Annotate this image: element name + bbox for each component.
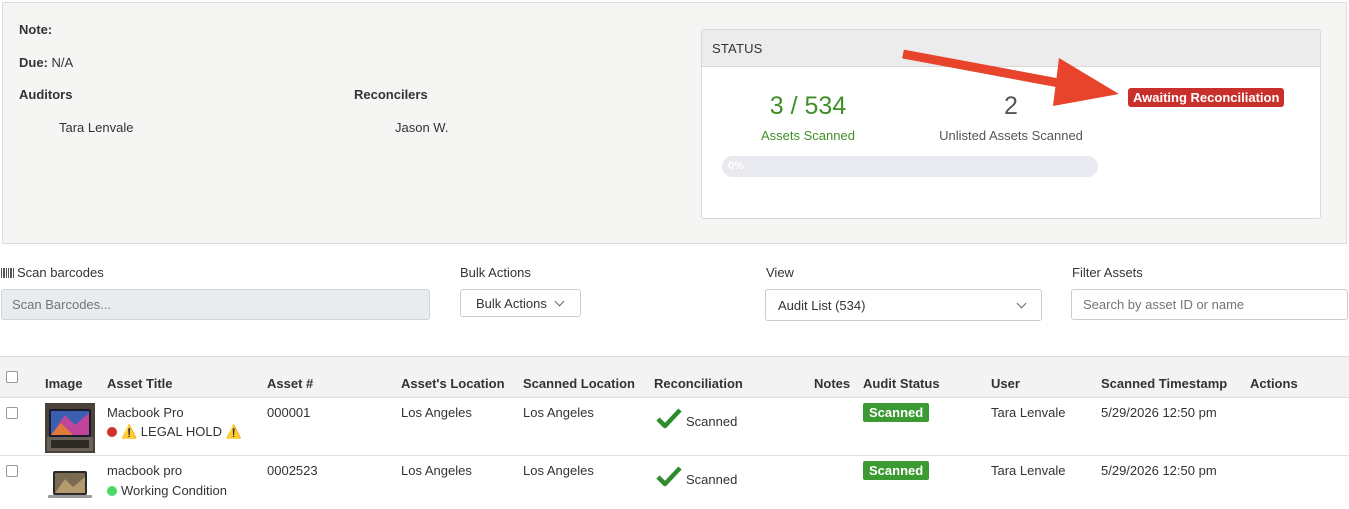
barcode-icon (1, 268, 14, 278)
column-header-scanned-timestamp[interactable]: Scanned Timestamp (1101, 376, 1227, 391)
asset-number: 000001 (267, 405, 311, 420)
chevron-down-icon (1016, 298, 1027, 309)
table-row[interactable]: Macbook Pro ⚠️ LEGAL HOLD ⚠️ 000001 Los … (0, 398, 1349, 456)
view-label: View (766, 265, 794, 280)
scan-barcodes-label-wrap: Scan barcodes (1, 265, 104, 280)
view-select-value: Audit List (534) (778, 298, 866, 313)
audit-status-badge: Scanned (863, 461, 930, 480)
column-header-image[interactable]: Image (45, 376, 83, 391)
awaiting-reconciliation-badge: Awaiting Reconciliation (1128, 88, 1285, 107)
unlisted-label: Unlisted Assets Scanned (939, 128, 1083, 143)
row-checkbox[interactable] (6, 465, 18, 477)
column-header-audit-status[interactable]: Audit Status (863, 376, 940, 391)
audit-status-badge: Scanned (863, 403, 930, 422)
note-label: Note: (19, 22, 53, 37)
checkmark-icon (656, 466, 682, 487)
asset-location: Los Angeles (401, 405, 472, 420)
filter-assets-input[interactable] (1071, 289, 1348, 320)
reconciler-name: Jason W. (395, 120, 449, 135)
chevron-down-icon (554, 296, 565, 307)
scan-barcodes-input[interactable] (1, 289, 430, 320)
auditor-name: Tara Lenvale (59, 120, 134, 135)
asset-tag-text: ⚠️ LEGAL HOLD ⚠️ (121, 424, 242, 439)
asset-thumbnail-macbook[interactable] (45, 461, 95, 509)
assets-scanned-count: 3 / 534 (769, 92, 847, 120)
green-status-dot-icon (107, 486, 117, 496)
user-cell: Tara Lenvale (991, 405, 1066, 420)
filter-assets-label: Filter Assets (1072, 265, 1143, 280)
user-cell: Tara Lenvale (991, 463, 1066, 478)
timestamp-cell: 5/29/2026 12:50 pm (1101, 405, 1217, 420)
asset-tag: Working Condition (107, 483, 227, 498)
asset-title[interactable]: Macbook Pro (107, 405, 184, 420)
scan-barcodes-label: Scan barcodes (17, 265, 104, 280)
asset-location: Los Angeles (401, 463, 472, 478)
column-header-notes[interactable]: Notes (814, 376, 850, 391)
checkmark-icon (656, 408, 682, 429)
select-all-checkbox[interactable] (6, 371, 18, 383)
asset-tag-text: Working Condition (121, 483, 227, 498)
reconcilers-label: Reconcilers (354, 87, 428, 102)
auditors-label: Auditors (19, 87, 73, 102)
scan-progress-bar: 0% (722, 156, 1098, 177)
scanned-location: Los Angeles (523, 463, 594, 478)
laptop-photo-icon (45, 461, 95, 507)
scanned-location: Los Angeles (523, 405, 594, 420)
progress-text: 0% (728, 160, 744, 172)
table-header: Image Asset Title Asset # Asset's Locati… (0, 356, 1349, 398)
laptop-photo-icon (45, 403, 95, 453)
asset-title[interactable]: macbook pro (107, 463, 182, 478)
assets-scanned-label: Assets Scanned (761, 128, 855, 143)
timestamp-cell: 5/29/2026 12:50 pm (1101, 463, 1217, 478)
asset-number: 0002523 (267, 463, 318, 478)
due-label: Due: (19, 55, 48, 70)
row-checkbox[interactable] (6, 407, 18, 419)
view-select[interactable]: Audit List (534) (765, 289, 1042, 321)
table-row[interactable]: macbook pro Working Condition 0002523 Lo… (0, 457, 1349, 509)
asset-thumbnail-macbook[interactable] (45, 403, 95, 453)
reconciliation-text: Scanned (686, 472, 738, 487)
column-header-actions: Actions (1250, 376, 1298, 391)
red-status-dot-icon (107, 427, 117, 437)
column-header-asset-number[interactable]: Asset # (267, 376, 313, 391)
audit-info-panel: Note: Due: N/A Auditors Tara Lenvale Rec… (2, 2, 1347, 244)
due-value: N/A (51, 55, 74, 70)
column-header-asset-location[interactable]: Asset's Location (401, 376, 505, 391)
bulk-actions-button[interactable]: Bulk Actions (460, 289, 581, 317)
asset-tag: ⚠️ LEGAL HOLD ⚠️ (107, 424, 242, 440)
bulk-actions-label: Bulk Actions (460, 265, 531, 280)
column-header-user[interactable]: User (991, 376, 1020, 391)
column-header-asset-title[interactable]: Asset Title (107, 376, 173, 391)
annotation-arrow-icon (902, 49, 1119, 106)
reconciliation-text: Scanned (686, 414, 738, 429)
column-header-reconciliation[interactable]: Reconciliation (654, 376, 743, 391)
due-field: Due: N/A (19, 55, 73, 70)
bulk-actions-button-label: Bulk Actions (476, 295, 547, 311)
column-header-scanned-location[interactable]: Scanned Location (523, 376, 635, 391)
